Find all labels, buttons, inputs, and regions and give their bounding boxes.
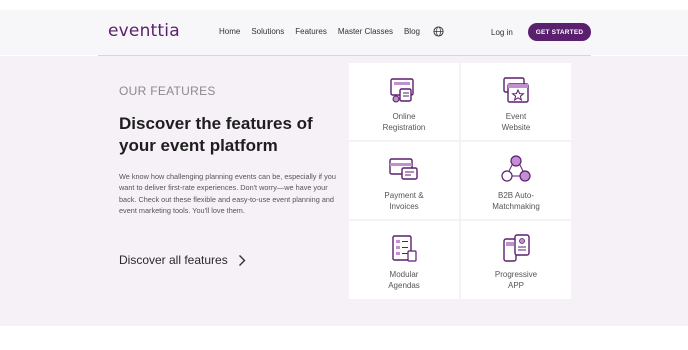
feature-label: Progressive APP: [494, 270, 538, 290]
b2b-matchmaking-icon: [501, 155, 531, 182]
logo[interactable]: eventtia: [108, 21, 180, 41]
section-title: Discover the features of your event plat…: [119, 114, 313, 155]
feature-card-b2b-matchmaking[interactable]: B2B Auto- Matchmaking: [461, 142, 571, 219]
chevron-right-icon: [238, 254, 246, 266]
event-website-icon: [503, 77, 529, 103]
top-navigation: eventtia Home Solutions Features Master …: [0, 10, 688, 55]
get-started-button[interactable]: GET STARTED: [528, 23, 591, 41]
discover-label: Discover all features: [119, 253, 228, 267]
feature-label: Payment & Invoices: [384, 191, 424, 211]
feature-card-event-website[interactable]: Event Website: [461, 63, 571, 140]
discover-all-features-link[interactable]: Discover all features: [119, 253, 246, 267]
feature-card-progressive-app[interactable]: Progressive APP: [461, 221, 571, 299]
feature-card-modular-agendas[interactable]: Modular Agendas: [349, 221, 459, 299]
features-section: [0, 56, 688, 326]
modular-agendas-icon: [392, 235, 417, 262]
nav-links: Home Solutions Features Master Classes B…: [219, 27, 431, 36]
page: eventtia Home Solutions Features Master …: [0, 0, 688, 350]
payment-invoices-icon: [389, 158, 418, 180]
section-eyebrow: OUR FEATURES: [119, 84, 216, 98]
progressive-app-icon: [503, 234, 530, 262]
feature-label: Modular Agendas: [388, 270, 420, 290]
nav-features[interactable]: Features: [295, 27, 327, 36]
globe-icon[interactable]: [433, 26, 444, 37]
login-link[interactable]: Log in: [491, 28, 513, 37]
nav-home[interactable]: Home: [219, 27, 240, 36]
feature-label: Event Website: [501, 112, 531, 132]
feature-card-payment-invoices[interactable]: Payment & Invoices: [349, 142, 459, 219]
nav-solutions[interactable]: Solutions: [251, 27, 284, 36]
nav-blog[interactable]: Blog: [404, 27, 420, 36]
section-body: We know how challenging planning events …: [119, 172, 336, 216]
feature-card-online-registration[interactable]: Online Registration: [349, 63, 459, 140]
feature-label: B2B Auto- Matchmaking: [492, 191, 540, 211]
online-registration-icon: [390, 78, 414, 103]
features-grid: Online Registration Event Website Paymen…: [349, 63, 571, 299]
feature-label: Online Registration: [382, 112, 426, 132]
nav-master-classes[interactable]: Master Classes: [338, 27, 393, 36]
